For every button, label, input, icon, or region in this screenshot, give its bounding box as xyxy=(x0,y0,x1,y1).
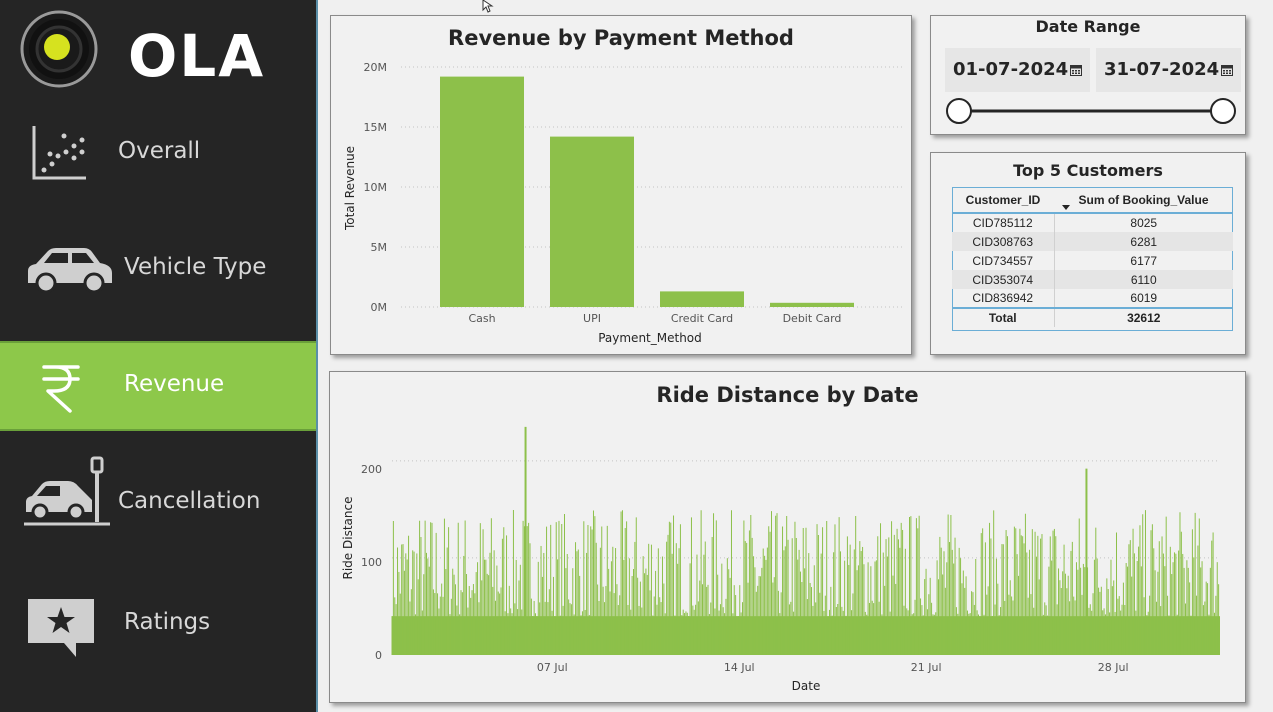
x-tick-label: Debit Card xyxy=(783,312,842,325)
y-axis-title: Total Revenue xyxy=(343,146,357,231)
sidebar: OLA Overall Vehicle Type Revenue Cancell… xyxy=(0,0,318,712)
x-tick-label: UPI xyxy=(583,312,601,325)
sidebar-item-cancellation[interactable]: Cancellation xyxy=(0,450,316,540)
ola-logo: OLA xyxy=(20,10,263,90)
slider-start-handle[interactable] xyxy=(946,98,972,124)
y-axis-title: Ride Distance xyxy=(341,497,355,580)
table-row[interactable]: CID308763 6281 xyxy=(952,232,1233,251)
total-label: Total xyxy=(952,307,1055,327)
y-tick-label: 5M xyxy=(371,241,388,254)
sort-descending-icon xyxy=(1062,205,1070,210)
revenue-chart: 20M 15M 10M 5M 0M Total Revenue Payment_… xyxy=(343,61,903,345)
booking-value-cell: 8025 xyxy=(1130,216,1158,230)
y-tick-label: 15M xyxy=(364,121,388,134)
y-tick-label: 0M xyxy=(371,301,388,314)
top-customers-title: Top 5 Customers xyxy=(1013,161,1163,180)
customer-id-cell: CID785112 xyxy=(952,213,1055,232)
sidebar-item-label: Overall xyxy=(118,138,201,164)
slider-end-handle[interactable] xyxy=(1210,98,1236,124)
x-axis-title: Date xyxy=(792,679,821,693)
sidebar-item-vehicle-type[interactable]: Vehicle Type xyxy=(0,225,316,315)
total-value: 32612 xyxy=(1054,307,1233,327)
customer-id-cell: CID308763 xyxy=(952,232,1055,251)
revenue-bar xyxy=(770,302,854,307)
booking-value-cell: 6177 xyxy=(1130,253,1158,268)
sidebar-item-label: Revenue xyxy=(124,371,225,397)
table-row[interactable]: CID836942 6019 xyxy=(952,289,1233,308)
revenue-bar xyxy=(550,136,634,307)
date-range-slider[interactable] xyxy=(931,96,1247,136)
start-date-field[interactable]: 01-07-2024 xyxy=(945,48,1090,92)
y-tick-label: 10M xyxy=(364,181,388,194)
brand-name: OLA xyxy=(128,22,266,90)
star-message-icon xyxy=(28,599,94,657)
booking-value-cell: 6110 xyxy=(1054,270,1233,289)
calendar-icon[interactable] xyxy=(1221,64,1233,76)
start-date-value: 01-07-2024 xyxy=(953,59,1069,80)
x-tick-label: 14 Jul xyxy=(724,661,755,674)
mouse-cursor-icon xyxy=(482,0,494,13)
end-date-field[interactable]: 31-07-2024 xyxy=(1096,48,1241,92)
x-axis-title: Payment_Method xyxy=(598,331,702,345)
end-date-value: 31-07-2024 xyxy=(1104,59,1220,80)
booking-value-cell: 6281 xyxy=(1054,232,1233,251)
date-range-slicer: Date Range 01-07-2024 31-07-2024 xyxy=(930,15,1246,135)
top-customers-table: Customer_ID Sum of Booking_Value CID7851… xyxy=(952,187,1233,327)
distance-chart: 200 100 0 Ride Distance Date 07 Jul 14 Ju… xyxy=(341,426,1220,693)
calendar-icon[interactable] xyxy=(1070,64,1082,76)
revenue-bar xyxy=(660,291,744,307)
revenue-chart-panel: Revenue by Payment Method 20M 15M 10M 5M… xyxy=(330,15,912,355)
table-row[interactable]: CID353074 6110 xyxy=(952,270,1233,289)
sidebar-item-revenue[interactable]: Revenue xyxy=(0,341,316,431)
car-crash-icon xyxy=(24,456,110,526)
sidebar-item-label: Cancellation xyxy=(118,488,261,514)
date-range-title: Date Range xyxy=(1035,17,1141,36)
sidebar-item-overall[interactable]: Overall xyxy=(0,110,316,200)
column-header-customer-id[interactable]: Customer_ID xyxy=(952,187,1054,214)
sidebar-item-ratings[interactable]: Ratings xyxy=(0,585,316,675)
rupee-icon xyxy=(42,365,80,413)
y-tick-label: 20M xyxy=(364,61,388,74)
y-tick-label: 200 xyxy=(361,463,382,476)
customer-id-cell: CID836942 xyxy=(952,289,1055,308)
customer-id-cell: CID353074 xyxy=(952,270,1055,289)
x-tick-label: Cash xyxy=(468,312,495,325)
x-tick-label: 07 Jul xyxy=(537,661,568,674)
customer-id-cell: CID734557 xyxy=(952,251,1055,270)
scatter-chart-icon xyxy=(32,126,86,180)
column-header-booking-value[interactable]: Sum of Booking_Value xyxy=(1054,187,1233,214)
sidebar-item-label: Vehicle Type xyxy=(124,254,267,280)
sidebar-item-label: Ratings xyxy=(124,609,211,635)
top-customers-panel: Top 5 Customers Customer_ID Sum of Booki… xyxy=(930,152,1246,355)
y-tick-label: 0 xyxy=(375,649,382,662)
column-header-label: Sum of Booking_Value xyxy=(1078,192,1209,207)
distance-chart-panel: Ride Distance by Date 200 100 0 Ride Dis… xyxy=(329,371,1246,703)
revenue-bar xyxy=(440,76,524,307)
x-tick-label: Credit Card xyxy=(671,312,733,325)
y-tick-label: 100 xyxy=(361,556,382,569)
table-row[interactable]: CID785112 8025 xyxy=(952,213,1233,232)
table-row[interactable]: CID734557 6177 xyxy=(952,251,1233,270)
ola-logo-icon xyxy=(20,10,98,88)
x-tick-label: 21 Jul xyxy=(911,661,942,674)
car-icon xyxy=(28,248,112,293)
table-total-row: Total 32612 xyxy=(952,307,1233,327)
booking-value-cell: 6019 xyxy=(1130,291,1158,305)
x-tick-label: 28 Jul xyxy=(1098,661,1129,674)
